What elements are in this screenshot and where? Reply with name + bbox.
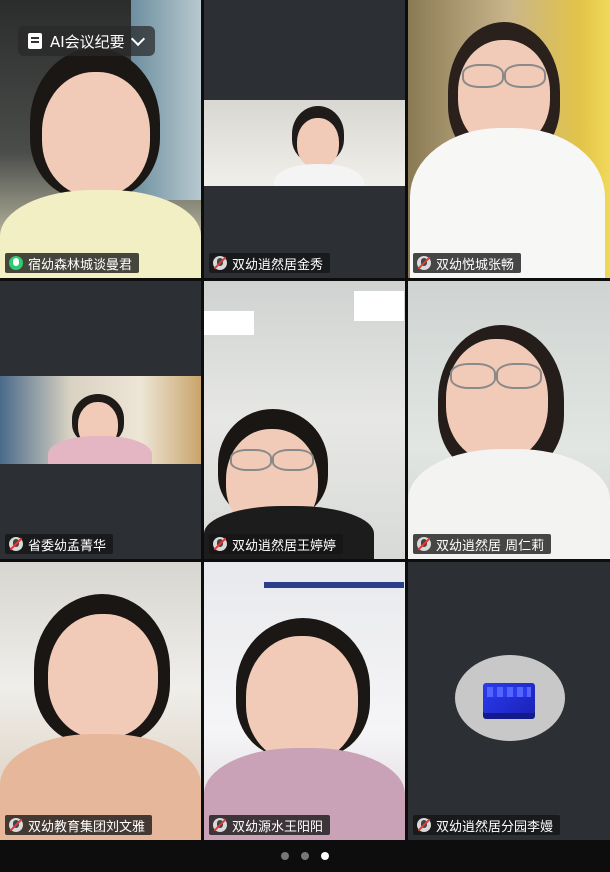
- participant-name: 省委幼孟菁华: [28, 538, 107, 554]
- participant-name-tag: 双幼教育集团刘文雅: [5, 815, 153, 835]
- participant-name-tag: 双幼逍然居分园李嫚: [413, 815, 561, 835]
- document-icon: [28, 33, 42, 49]
- participant-tile[interactable]: 双幼逍然居 周仁莉: [408, 281, 610, 559]
- mic-muted-icon: [9, 537, 23, 551]
- participant-name: 双幼教育集团刘文雅: [28, 819, 146, 835]
- participant-tile[interactable]: 双幼逍然居分园李嫚: [408, 562, 610, 840]
- page-indicator[interactable]: [0, 840, 610, 872]
- participant-video: [204, 281, 405, 559]
- page-dot[interactable]: [301, 852, 309, 860]
- participant-video: [408, 281, 610, 559]
- participant-name: 双幼逍然居金秀: [232, 257, 324, 273]
- participant-name: 双幼逍然居分园李嫚: [436, 819, 554, 835]
- mic-active-icon: [9, 256, 23, 270]
- mic-muted-icon: [417, 537, 431, 551]
- participant-name: 双幼源水王阳阳: [232, 819, 324, 835]
- participant-video: [0, 376, 201, 464]
- page-dot[interactable]: [281, 852, 289, 860]
- participant-name-tag: 双幼逍然居 周仁莉: [413, 534, 552, 554]
- mic-muted-icon: [213, 256, 227, 270]
- participant-tile[interactable]: 双幼逍然居金秀: [204, 0, 405, 278]
- mic-muted-icon: [417, 818, 431, 832]
- chevron-down-icon: [130, 31, 145, 46]
- participant-video: [408, 0, 610, 278]
- participant-tile[interactable]: 双幼教育集团刘文雅: [0, 562, 201, 840]
- participant-tile[interactable]: AI会议纪要 宿幼森林城谈曼君: [0, 0, 201, 278]
- mic-muted-icon: [213, 818, 227, 832]
- participant-tile[interactable]: 双幼逍然居王婷婷: [204, 281, 405, 559]
- participant-name: 双幼逍然居 周仁莉: [436, 538, 545, 554]
- page-dot-current[interactable]: [321, 852, 329, 860]
- participant-name: 宿幼森林城谈曼君: [28, 257, 133, 273]
- participant-video: [204, 562, 405, 840]
- video-grid: AI会议纪要 宿幼森林城谈曼君 双幼逍然居金秀 双幼悦城张畅 省委幼孟菁华 双幼…: [0, 0, 610, 840]
- cube-avatar-icon: [483, 683, 535, 713]
- mic-muted-icon: [9, 818, 23, 832]
- participant-name: 双幼悦城张畅: [436, 257, 515, 273]
- participant-tile[interactable]: 双幼源水王阳阳: [204, 562, 405, 840]
- participant-name-tag: 双幼源水王阳阳: [209, 815, 331, 835]
- participant-name-tag: 双幼逍然居金秀: [209, 253, 331, 273]
- participant-name-tag: 宿幼森林城谈曼君: [5, 253, 140, 273]
- avatar: [455, 655, 565, 741]
- participant-name-tag: 省委幼孟菁华: [5, 534, 114, 554]
- mic-muted-icon: [417, 256, 431, 270]
- participant-tile[interactable]: 双幼悦城张畅: [408, 0, 610, 278]
- participant-name: 双幼逍然居王婷婷: [232, 538, 337, 554]
- ai-minutes-button[interactable]: AI会议纪要: [18, 26, 155, 56]
- participant-tile[interactable]: 省委幼孟菁华: [0, 281, 201, 559]
- participant-video: [0, 562, 201, 840]
- participant-name-tag: 双幼逍然居王婷婷: [209, 534, 344, 554]
- participant-name-tag: 双幼悦城张畅: [413, 253, 522, 273]
- mic-muted-icon: [213, 537, 227, 551]
- participant-video: [204, 100, 405, 186]
- ai-minutes-label: AI会议纪要: [50, 32, 125, 51]
